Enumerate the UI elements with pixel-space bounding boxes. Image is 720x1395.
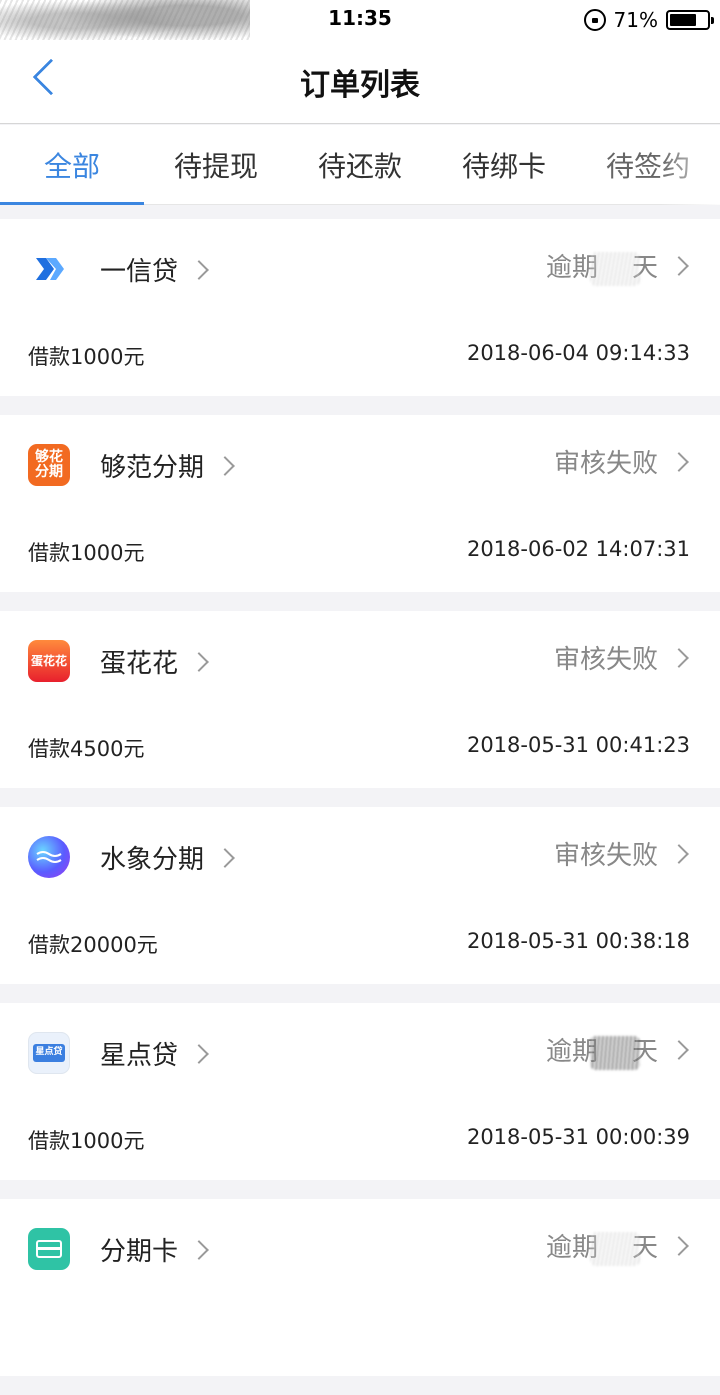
battery-percent: 71% — [613, 8, 658, 32]
order-card[interactable]: 一信贷 逾期天 借款1000元 2018-06-04 09:14:33 — [0, 219, 720, 396]
order-time: 2018-05-31 00:41:23 — [466, 733, 690, 757]
chevron-right-icon — [669, 1040, 689, 1061]
app-name[interactable]: 水象分期 — [100, 839, 235, 876]
order-card[interactable]: 蛋花花 蛋花花 审核失败 借款4500元 2018-05-31 00:41:23 — [0, 611, 720, 788]
yixindai-logo-icon — [28, 248, 70, 290]
status-indicators: 71% — [583, 7, 714, 33]
loan-amount: 借款20000元 — [28, 933, 158, 957]
chevron-right-icon — [669, 256, 689, 277]
chevron-right-icon — [215, 455, 235, 476]
battery-fill — [670, 14, 696, 26]
order-tabs: 全部 待提现 待还款 待绑卡 待签约 — [0, 125, 720, 205]
chevron-right-icon — [215, 847, 235, 868]
loan-amount: 借款1000元 — [28, 345, 145, 369]
order-time: 2018-06-02 14:07:31 — [466, 537, 690, 561]
app-name[interactable]: 一信贷 — [100, 251, 209, 288]
tab-pending-repay[interactable]: 待还款 — [288, 125, 432, 205]
page-title: 订单列表 — [300, 68, 420, 103]
battery-icon — [666, 10, 714, 30]
order-time: 2018-05-31 00:38:18 — [466, 929, 690, 953]
app-name[interactable]: 分期卡 — [100, 1231, 209, 1268]
chevron-right-icon — [189, 651, 209, 672]
chevron-right-icon — [189, 1239, 209, 1260]
order-list: 一信贷 逾期天 借款1000元 2018-06-04 09:14:33 够花分期… — [0, 219, 720, 1395]
order-card[interactable]: 水象分期 审核失败 借款20000元 2018-05-31 00:38:18 — [0, 807, 720, 984]
danhuahua-logo-icon: 蛋花花 — [28, 640, 70, 682]
loan-amount: 借款1000元 — [28, 1129, 145, 1153]
loan-amount: 借款4500元 — [28, 737, 145, 761]
rotation-lock-icon — [583, 9, 606, 31]
redacted-days — [589, 1035, 640, 1070]
chevron-right-icon — [669, 1236, 689, 1257]
order-status[interactable]: 逾期天 — [546, 1031, 689, 1070]
order-status[interactable]: 审核失败 — [554, 443, 689, 480]
order-status[interactable]: 审核失败 — [554, 835, 689, 872]
order-time: 2018-05-31 00:00:39 — [466, 1125, 690, 1149]
shuixiang-logo-icon — [28, 836, 70, 878]
order-status[interactable]: 逾期天 — [546, 247, 689, 286]
loan-amount: 借款1000元 — [28, 541, 145, 565]
card-icon — [36, 1240, 62, 1258]
order-card[interactable]: 够花分期 够范分期 审核失败 借款1000元 2018-06-02 14:07:… — [0, 415, 720, 592]
redacted-days — [589, 1231, 640, 1266]
order-status[interactable]: 审核失败 — [554, 639, 689, 676]
order-card[interactable]: 星点贷 星点贷 逾期天 借款1000元 2018-05-31 00:00:39 — [0, 1003, 720, 1180]
chevron-right-icon — [669, 451, 689, 472]
chevron-right-icon — [189, 259, 209, 280]
chevron-right-icon — [669, 843, 689, 864]
order-card[interactable]: 分期卡 逾期天 — [0, 1199, 720, 1376]
app-name[interactable]: 蛋花花 — [100, 643, 209, 680]
tab-pending-bind-card[interactable]: 待绑卡 — [432, 125, 576, 205]
chevron-right-icon — [669, 647, 689, 668]
chevron-right-icon — [189, 1043, 209, 1064]
status-bar: 11:35 71% — [0, 0, 720, 52]
xingdiandai-logo-icon: 星点贷 — [28, 1032, 70, 1074]
tab-pending-sign[interactable]: 待签约 — [576, 125, 720, 205]
goufan-logo-icon: 够花分期 — [28, 444, 70, 486]
app-name[interactable]: 够范分期 — [100, 447, 235, 484]
app-name[interactable]: 星点贷 — [100, 1035, 209, 1072]
fenqika-logo-icon — [28, 1228, 70, 1270]
nav-bar: 订单列表 — [0, 40, 720, 124]
order-status[interactable]: 逾期天 — [546, 1227, 689, 1266]
redacted-days — [589, 251, 640, 286]
tab-all[interactable]: 全部 — [0, 125, 144, 205]
tab-pending-withdraw[interactable]: 待提现 — [144, 125, 288, 205]
order-time: 2018-06-04 09:14:33 — [466, 341, 690, 365]
